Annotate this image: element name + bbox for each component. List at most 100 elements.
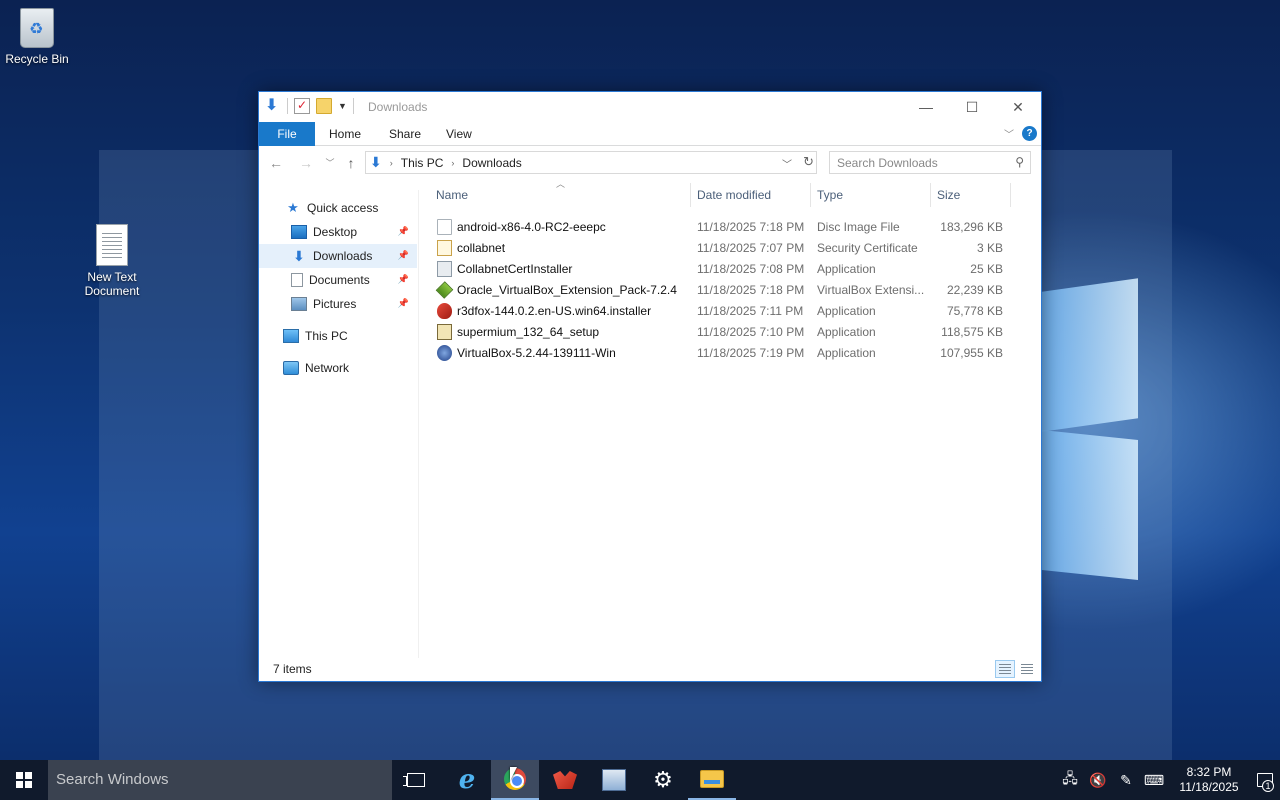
virtualbox-icon bbox=[437, 345, 452, 361]
certificate-icon bbox=[437, 240, 452, 256]
column-header-type[interactable]: Type bbox=[817, 185, 843, 207]
nav-item-downloads[interactable]: ⬇ Downloads 📌 bbox=[259, 244, 417, 268]
ribbon-tabs: File Home Share View ﹀ ? bbox=[259, 122, 1041, 146]
help-icon[interactable]: ? bbox=[1022, 126, 1037, 141]
file-row[interactable]: collabnet 11/18/2025 7:07 PM Security Ce… bbox=[433, 238, 1033, 259]
pen-workspace-icon[interactable]: ✎ bbox=[1112, 772, 1140, 789]
nav-item-label: Desktop bbox=[313, 225, 358, 239]
desktop-icon-recycle-bin[interactable]: Recycle Bin bbox=[0, 8, 77, 66]
nav-item-this-pc[interactable]: This PC bbox=[259, 324, 417, 348]
breadcrumb-separator-icon[interactable]: › bbox=[451, 158, 454, 168]
taskbar-internet-explorer[interactable]: e bbox=[443, 760, 491, 800]
address-dropdown-icon[interactable]: ﹀ bbox=[782, 156, 792, 171]
taskbar-file-explorer[interactable] bbox=[688, 760, 736, 800]
windows-logo-icon bbox=[16, 772, 32, 788]
details-view-button[interactable] bbox=[995, 660, 1015, 678]
column-divider[interactable] bbox=[690, 183, 691, 207]
file-row[interactable]: VirtualBox-5.2.44-139111-Win 11/18/2025 … bbox=[433, 343, 1033, 364]
desktop-folder-icon bbox=[291, 225, 307, 239]
column-divider[interactable] bbox=[1010, 183, 1011, 207]
downloads-arrow-icon: ⬇ bbox=[370, 154, 382, 170]
wallpaper-window-pane bbox=[1042, 278, 1138, 432]
desktop-icon-label: New Text Document bbox=[84, 270, 140, 298]
nav-item-label: Documents bbox=[309, 273, 370, 287]
file-row[interactable]: android-x86-4.0-RC2-eeepc 11/18/2025 7:1… bbox=[433, 217, 1033, 238]
desktop-icon-new-text-document[interactable]: New Text Document bbox=[72, 224, 152, 298]
file-row[interactable]: supermium_132_64_setup 11/18/2025 7:10 P… bbox=[433, 322, 1033, 343]
sort-ascending-icon: ︿ bbox=[556, 179, 566, 189]
tab-view[interactable]: View bbox=[434, 122, 484, 146]
volume-muted-icon[interactable]: 🔇 bbox=[1084, 772, 1112, 789]
computer-icon bbox=[283, 329, 299, 343]
column-divider[interactable] bbox=[930, 183, 931, 207]
file-list: ︿ Name Date modified Type Size android-x… bbox=[427, 177, 1039, 657]
column-header-size[interactable]: Size bbox=[937, 185, 960, 207]
action-center-button[interactable]: 1 bbox=[1250, 760, 1280, 800]
large-icons-view-button[interactable] bbox=[1017, 660, 1037, 678]
taskbar-server-manager[interactable] bbox=[590, 760, 638, 800]
taskbar-search-input[interactable]: Search Windows bbox=[48, 760, 392, 800]
recent-locations-chevron-icon[interactable]: ﹀ bbox=[319, 152, 341, 174]
tab-share[interactable]: Share bbox=[377, 122, 433, 146]
column-header-name[interactable]: Name bbox=[436, 185, 468, 207]
nav-item-label: Pictures bbox=[313, 297, 357, 311]
nav-item-pictures[interactable]: Pictures 📌 bbox=[259, 292, 417, 316]
properties-icon[interactable] bbox=[294, 98, 310, 114]
star-icon: ★ bbox=[287, 200, 299, 215]
taskbar-r3dfox[interactable] bbox=[541, 760, 589, 800]
start-button[interactable] bbox=[0, 760, 48, 800]
file-type: Application bbox=[817, 304, 876, 318]
file-row[interactable]: CollabnetCertInstaller 11/18/2025 7:08 P… bbox=[433, 259, 1033, 280]
file-name: CollabnetCertInstaller bbox=[457, 262, 573, 276]
file-row[interactable]: r3dfox-144.0.2.en-US.win64.installer 11/… bbox=[433, 301, 1033, 322]
maximize-button[interactable]: ☐ bbox=[949, 92, 995, 122]
expand-ribbon-chevron-icon[interactable]: ﹀ bbox=[1004, 126, 1014, 141]
documents-folder-icon bbox=[291, 273, 303, 287]
title-bar[interactable]: ⬇ ▼ Downloads — ☐ ✕ bbox=[259, 92, 1041, 122]
file-name: Oracle_VirtualBox_Extension_Pack-7.2.4 bbox=[457, 283, 677, 297]
file-type: Application bbox=[817, 262, 876, 276]
file-type: Disc Image File bbox=[817, 220, 900, 234]
new-folder-icon[interactable] bbox=[316, 98, 332, 114]
nav-item-documents[interactable]: Documents 📌 bbox=[259, 268, 417, 292]
search-input[interactable]: Search Downloads ⚲ bbox=[829, 151, 1031, 174]
search-placeholder: Search Downloads bbox=[837, 156, 938, 170]
network-tray-icon[interactable]: 🖧 bbox=[1056, 768, 1084, 792]
setup-icon bbox=[437, 324, 452, 340]
server-manager-icon bbox=[602, 769, 626, 791]
nav-quick-access[interactable]: ★ Quick access bbox=[259, 196, 417, 220]
clock[interactable]: 8:32 PM 11/18/2025 bbox=[1174, 765, 1244, 795]
back-button[interactable]: ← bbox=[265, 152, 287, 174]
file-size: 107,955 KB bbox=[940, 346, 1003, 360]
tab-file[interactable]: File bbox=[259, 122, 315, 146]
tab-home[interactable]: Home bbox=[317, 122, 373, 146]
task-view-button[interactable] bbox=[392, 760, 440, 800]
address-bar[interactable]: ⬇ › This PC › Downloads ﹀ ↻ bbox=[365, 151, 817, 174]
customize-toolbar-dropdown-icon[interactable]: ▼ bbox=[338, 101, 347, 111]
file-row[interactable]: Oracle_VirtualBox_Extension_Pack-7.2.4 1… bbox=[433, 280, 1033, 301]
pin-icon: 📌 bbox=[397, 274, 409, 284]
minimize-button[interactable]: — bbox=[903, 92, 949, 122]
breadcrumb-this-pc[interactable]: This PC bbox=[401, 156, 444, 170]
nav-item-label: Downloads bbox=[313, 249, 373, 263]
forward-button[interactable]: → bbox=[295, 152, 317, 174]
task-view-icon bbox=[403, 773, 425, 787]
close-button[interactable]: ✕ bbox=[995, 92, 1041, 122]
touch-keyboard-icon[interactable]: ⌨ bbox=[1140, 772, 1168, 789]
taskbar-settings[interactable]: ⚙ bbox=[639, 760, 687, 800]
nav-item-desktop[interactable]: Desktop 📌 bbox=[259, 220, 417, 244]
column-divider[interactable] bbox=[810, 183, 811, 207]
refresh-icon[interactable]: ↻ bbox=[803, 154, 814, 170]
nav-item-network[interactable]: Network bbox=[259, 356, 417, 380]
up-button[interactable]: ↑ bbox=[340, 152, 362, 174]
breadcrumb-downloads[interactable]: Downloads bbox=[462, 156, 521, 170]
desktop-icon-label: Recycle Bin bbox=[5, 52, 69, 66]
column-header-date-modified[interactable]: Date modified bbox=[697, 185, 771, 207]
breadcrumb-separator-icon[interactable]: › bbox=[390, 158, 393, 168]
file-explorer-icon bbox=[700, 770, 724, 788]
large-icons-view-icon bbox=[1021, 664, 1033, 674]
file-size: 22,239 KB bbox=[946, 283, 1003, 297]
navigation-pane: ★ Quick access Desktop 📌 ⬇ Downloads 📌 D… bbox=[259, 190, 419, 658]
file-date: 11/18/2025 7:19 PM bbox=[697, 346, 805, 360]
file-name: supermium_132_64_setup bbox=[457, 325, 600, 339]
